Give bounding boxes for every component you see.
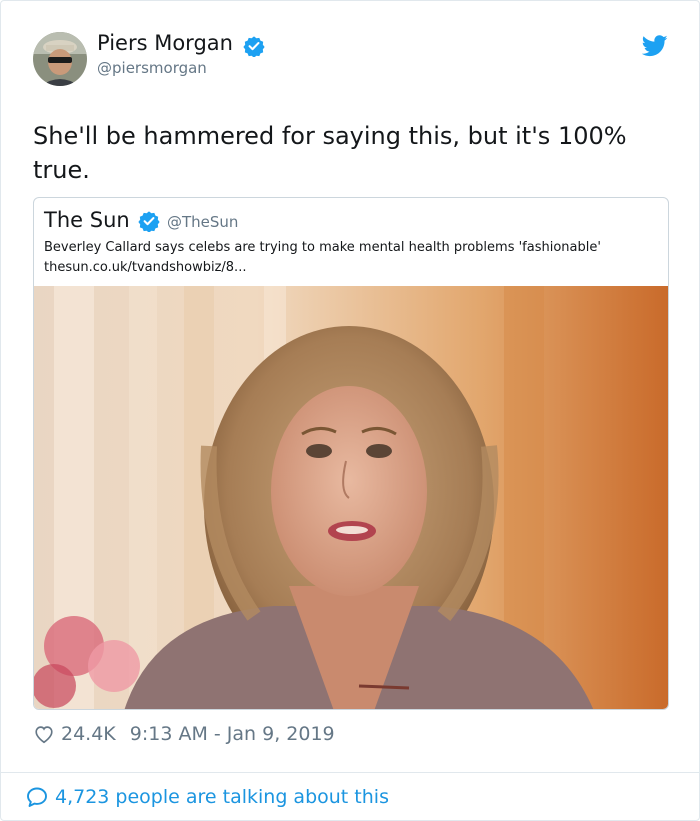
author-name[interactable]: Piers Morgan [97, 31, 233, 55]
tweet-text: She'll be hammered for saying this, but … [33, 122, 627, 184]
tweet-timestamp[interactable]: 9:13 AM - Jan 9, 2019 [130, 723, 335, 745]
twitter-bird-icon[interactable] [642, 35, 668, 57]
like-count[interactable]: 24.4K [61, 723, 116, 745]
tweet-meta: 24.4K 9:13 AM - Jan 9, 2019 [33, 721, 335, 747]
quoted-tweet-photo[interactable] [34, 286, 668, 709]
talking-text[interactable]: 4,723 people are talking about this [55, 786, 389, 808]
quoted-author-name[interactable]: The Sun [44, 208, 130, 232]
author-avatar[interactable] [33, 32, 87, 86]
quoted-author-handle[interactable]: @TheSun [167, 213, 238, 231]
verified-badge-icon [243, 36, 265, 57]
embedded-tweet-card: Piers Morgan @piersmorgan She'll be hamm… [0, 0, 700, 821]
quoted-tweet-link[interactable]: thesun.co.uk/tvandshowbiz/8... [44, 260, 246, 275]
author-handle[interactable]: @piersmorgan [97, 59, 207, 77]
heart-icon[interactable] [33, 723, 55, 745]
speech-bubble-icon [27, 787, 47, 807]
quoted-tweet-text: Beverley Callard says celebs are trying … [44, 240, 601, 255]
quoted-tweet[interactable]: The Sun @TheSun Beverley Callard says ce… [33, 197, 669, 710]
talking-link[interactable]: 4,723 people are talking about this [25, 783, 389, 811]
divider [1, 772, 700, 773]
verified-badge-icon [138, 211, 160, 232]
